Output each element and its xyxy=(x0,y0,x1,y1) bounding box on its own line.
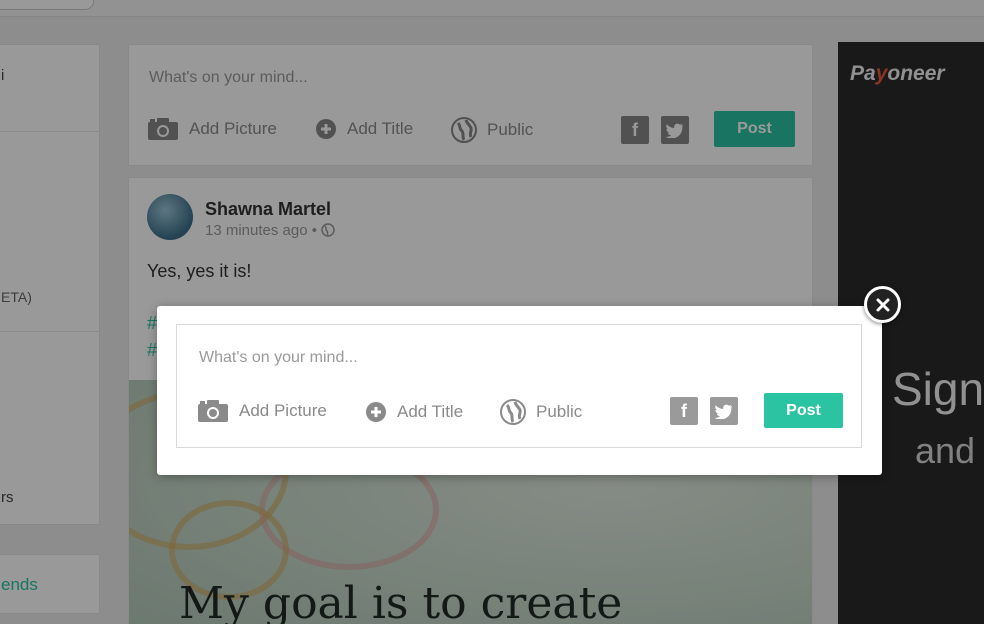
plus-circle-icon xyxy=(365,401,387,423)
post-button[interactable]: Post xyxy=(764,393,843,428)
add-picture-label: Add Picture xyxy=(239,401,327,420)
add-picture-button[interactable]: Add Picture xyxy=(197,399,327,423)
camera-icon xyxy=(197,399,229,423)
modal-composer-input[interactable]: What's on your mind... xyxy=(199,349,358,367)
privacy-label: Public xyxy=(536,402,583,421)
close-icon[interactable] xyxy=(864,286,901,323)
post-composer-modal: What's on your mind... Add Picture Add T… xyxy=(157,306,882,475)
add-title-label: Add Title xyxy=(397,402,464,421)
privacy-selector[interactable]: Public xyxy=(500,399,582,425)
twitter-icon[interactable] xyxy=(710,397,738,425)
facebook-icon[interactable]: f xyxy=(670,397,698,425)
add-title-button[interactable]: Add Title xyxy=(365,401,463,423)
composer-box: What's on your mind... Add Picture Add T… xyxy=(176,324,862,448)
globe-icon xyxy=(500,399,526,425)
